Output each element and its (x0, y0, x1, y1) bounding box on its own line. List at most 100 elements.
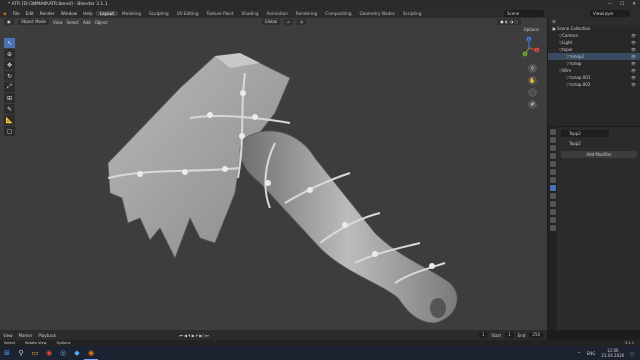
visibility-icon[interactable]: 👁 (631, 74, 640, 81)
render-tab-icon[interactable] (549, 137, 556, 143)
proportional-edit-icon[interactable]: ◎ (296, 19, 307, 25)
measure-tool-icon[interactable]: 📐 (4, 115, 15, 125)
menu-help[interactable]: Help (80, 11, 96, 16)
viewport-header: ▣ Object Mode View Select Add Object Glo… (0, 18, 547, 26)
tab-animation[interactable]: Animation (263, 11, 292, 16)
scale-tool-icon[interactable]: ⤢ (4, 82, 15, 92)
playback-controls[interactable]: ⏮ ◀ ⏴ ▶ ⏵ ▶| ⏭ (179, 333, 208, 338)
3d-viewport[interactable]: ▣ Object Mode View Select Add Object Glo… (0, 18, 547, 330)
end-frame-field[interactable]: 250 (529, 332, 543, 338)
outliner-item[interactable]: ▽ Camera 👁 (548, 32, 640, 39)
outliner-item[interactable]: ▽ топор 👁 (548, 60, 640, 67)
blender-logo-icon[interactable]: ◉ (0, 11, 10, 16)
outliner-item-label: topor (562, 47, 573, 52)
close-button[interactable]: ✕ (632, 0, 636, 9)
timeline-menu-marker[interactable]: Marker (16, 333, 36, 338)
visibility-icon[interactable]: 👁 (631, 67, 640, 74)
particles-tab-icon[interactable] (549, 193, 556, 199)
snap-icon[interactable]: ⌂ (284, 19, 293, 25)
tab-modeling[interactable]: Modeling (118, 11, 145, 16)
maximize-button[interactable]: ☐ (620, 0, 624, 9)
app-icon[interactable]: ◆ (70, 346, 84, 360)
outliner-item[interactable]: ▽ topor 👁 (548, 46, 640, 53)
timeline-menu-view[interactable]: View (0, 333, 16, 338)
timeline-menu-playback[interactable]: Playback (35, 333, 59, 338)
editor-type-icon[interactable]: ▣ (4, 19, 14, 25)
windows-start-icon[interactable]: ⊞ (0, 346, 14, 360)
options-button[interactable]: Options (524, 27, 539, 32)
current-frame-field[interactable]: 1 (478, 332, 488, 338)
viewport-menu-view[interactable]: View (53, 20, 63, 25)
menu-file[interactable]: File (10, 11, 23, 16)
steam-icon[interactable]: ◎ (56, 346, 70, 360)
tool-tab-icon[interactable] (549, 129, 556, 135)
tab-uv-editing[interactable]: UV Editing (173, 11, 203, 16)
viewport-menu-select[interactable]: Select (66, 20, 78, 25)
file-explorer-icon[interactable]: ▭ (28, 346, 42, 360)
world-tab-icon[interactable] (549, 169, 556, 175)
rotate-tool-icon[interactable]: ↻ (4, 71, 15, 81)
visibility-icon[interactable]: 👁 (631, 39, 640, 46)
scene-tab-icon[interactable] (549, 161, 556, 167)
tab-geometry-nodes[interactable]: Geometry Nodes (356, 11, 399, 16)
orientation-selector[interactable]: Global (261, 19, 281, 25)
modifier-tab-icon[interactable] (549, 185, 556, 191)
view-layer-selector[interactable]: ViewLayer (590, 10, 630, 17)
outliner-item[interactable]: ▽ Light 👁 (548, 39, 640, 46)
constraints-tab-icon[interactable] (549, 209, 556, 215)
scene-selector[interactable]: Scene (504, 10, 544, 17)
zoom-icon[interactable]: ⚲ (528, 64, 537, 73)
tab-texture-paint[interactable]: Texture Paint (203, 11, 238, 16)
physics-tab-icon[interactable] (549, 201, 556, 207)
minimize-button[interactable]: — (608, 0, 613, 9)
tab-scripting[interactable]: Scripting (399, 11, 426, 16)
add-modifier-button[interactable]: Add Modifier (561, 151, 637, 158)
viewport-menu-object[interactable]: Object (95, 20, 108, 25)
camera-view-icon[interactable]: 🎥 (528, 88, 537, 97)
tab-rendering[interactable]: Rendering (292, 11, 321, 16)
tab-shading[interactable]: Shading (238, 11, 263, 16)
visibility-icon[interactable]: 👁 (631, 60, 640, 67)
material-tab-icon[interactable] (549, 225, 556, 231)
menu-render[interactable]: Render (37, 11, 58, 16)
blender-taskbar-icon[interactable]: ◉ (84, 346, 98, 360)
add-cube-tool-icon[interactable]: ▢ (4, 126, 15, 136)
mode-selector[interactable]: Object Mode (17, 19, 49, 25)
view-layer-tab-icon[interactable] (549, 153, 556, 159)
language-indicator[interactable]: ENG (587, 351, 596, 356)
object-tab-icon[interactable] (549, 177, 556, 183)
shading-mode-icons[interactable]: ● ◐ ◑ ○ (497, 19, 521, 25)
move-tool-icon[interactable]: ✥ (4, 60, 15, 70)
grid-icon[interactable]: # (528, 100, 537, 109)
tray-arrow-icon[interactable]: ^ (577, 351, 580, 356)
pan-icon[interactable]: ✋ (528, 76, 537, 85)
notification-icon[interactable]: ▢ (630, 351, 634, 356)
start-frame-field[interactable]: 1 (505, 332, 514, 338)
menu-edit[interactable]: Edit (23, 11, 37, 16)
visibility-icon[interactable]: 👁 (631, 81, 640, 88)
cursor-tool-icon[interactable]: ⊕ (4, 49, 15, 59)
navigation-gizmo[interactable]: X Y Z (517, 36, 541, 60)
system-clock[interactable]: 12:06 21.04.2026 (601, 348, 624, 358)
select-tool-icon[interactable]: ↖ (4, 38, 15, 48)
tab-sculpting[interactable]: Sculpting (145, 11, 173, 16)
transform-tool-icon[interactable]: ⊞ (4, 93, 15, 103)
object-name-field[interactable]: Topp2 (561, 130, 609, 137)
outliner-item[interactable]: ▽ топор.002 👁 (548, 81, 640, 88)
outliner-item[interactable]: ▽ топор.001 👁 (548, 74, 640, 81)
outliner-item[interactable]: ▽ Wire 👁 (548, 67, 640, 74)
search-icon[interactable]: ⚲ (14, 346, 28, 360)
annotate-tool-icon[interactable]: ✎ (4, 104, 15, 114)
tab-layout[interactable]: Layout (95, 11, 119, 16)
outliner-item[interactable]: ▽ топор2 👁 (548, 53, 640, 60)
visibility-icon[interactable]: 👁 (631, 32, 640, 39)
browser-icon[interactable]: ◉ (42, 346, 56, 360)
viewport-menu-add[interactable]: Add (83, 20, 91, 25)
data-tab-icon[interactable] (549, 217, 556, 223)
output-tab-icon[interactable] (549, 145, 556, 151)
visibility-icon[interactable]: 👁 (631, 46, 640, 53)
visibility-icon[interactable]: 👁 (631, 53, 640, 60)
tab-compositing[interactable]: Compositing (321, 11, 355, 16)
scene-collection-row[interactable]: ▣ Scene Collection (548, 25, 640, 32)
menu-window[interactable]: Window (58, 11, 81, 16)
